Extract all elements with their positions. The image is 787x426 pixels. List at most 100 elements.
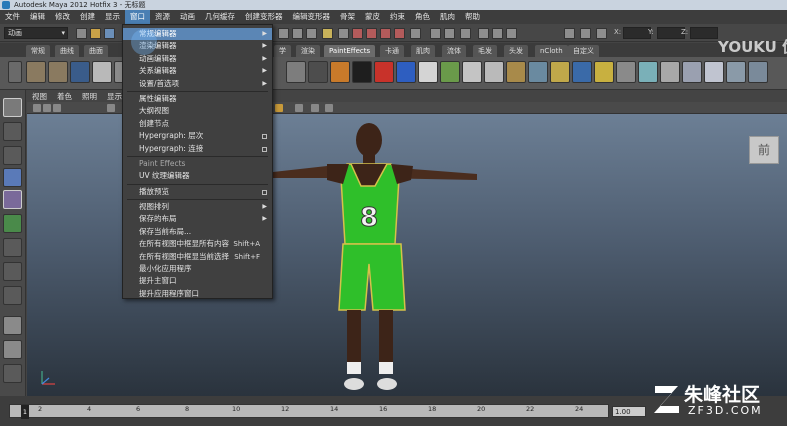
menu-character[interactable]: 角色 — [410, 10, 435, 24]
option-box-icon[interactable] — [262, 189, 267, 195]
viewcube[interactable]: 前 — [749, 136, 779, 164]
shelf-tab-painteffects[interactable]: PaintEffects — [324, 45, 376, 57]
select-hierarchy-icon[interactable] — [278, 28, 289, 39]
brush-ink-icon[interactable] — [352, 61, 372, 83]
ipr-render-icon[interactable] — [492, 28, 503, 39]
save-scene-icon[interactable] — [104, 28, 115, 39]
current-frame-marker[interactable]: 1 — [21, 405, 29, 419]
brush-tree-icon[interactable] — [682, 61, 702, 83]
layout-four-pane-icon[interactable] — [3, 340, 22, 359]
paint-canvas-icon[interactable] — [70, 61, 90, 83]
menu-item-save-current-layout[interactable]: 保存当前布局... — [123, 226, 272, 238]
brush-spiral-icon[interactable] — [594, 61, 614, 83]
menu-item-uv-texture-editor[interactable]: UV 纹理编辑器 — [123, 170, 272, 182]
menu-skeleton[interactable]: 骨架 — [335, 10, 360, 24]
show-channel-box-icon[interactable] — [596, 28, 607, 39]
outliner-layout-icon[interactable] — [3, 364, 22, 383]
menu-item-relationship-editors[interactable]: 关系编辑器 ▶ — [123, 65, 272, 77]
shelf-tab-general[interactable]: 常规 — [26, 45, 50, 57]
menu-item-raise-application-windows[interactable]: 提升应用程序窗口 — [123, 288, 272, 300]
rotate-tool-icon[interactable] — [3, 190, 22, 209]
shelf-tab-dynamics[interactable]: 学 — [274, 45, 291, 57]
panel-menu-lighting[interactable]: 照明 — [77, 91, 102, 102]
xray-icon[interactable] — [311, 104, 319, 112]
brush-frost-icon[interactable] — [704, 61, 724, 83]
menu-item-view-arrangement[interactable]: 视图排列 ▶ — [123, 201, 272, 213]
shelf-tab-rendering[interactable]: 渲染 — [296, 45, 320, 57]
brush-hair-icon[interactable] — [462, 61, 482, 83]
menu-item-frame-all-in-all-views[interactable]: 在所有视图中框显所有内容 Shift+A — [123, 238, 272, 250]
brush-cloud-icon[interactable] — [418, 61, 438, 83]
brush-paint-icon[interactable] — [374, 61, 394, 83]
render-settings-icon[interactable] — [506, 28, 517, 39]
brush-smoke-icon[interactable] — [286, 61, 306, 83]
menu-item-minimize-application[interactable]: 最小化应用程序 — [123, 263, 272, 275]
brush-wire-icon[interactable] — [616, 61, 636, 83]
menu-help[interactable]: 帮助 — [460, 10, 485, 24]
option-box-icon[interactable] — [262, 146, 267, 152]
menu-create-deformers[interactable]: 创建变形器 — [240, 10, 288, 24]
shelf-tab-custom[interactable]: 自定义 — [568, 45, 599, 57]
shelf-tab-muscle[interactable]: 肌肉 — [411, 45, 435, 57]
shelf-tab-curves[interactable]: 曲线 — [55, 45, 79, 57]
bookmarks-icon[interactable] — [107, 104, 115, 112]
snap-view-plane-icon[interactable] — [394, 28, 405, 39]
menu-edit[interactable]: 编辑 — [25, 10, 50, 24]
shelf-tab-ncloth[interactable]: nCloth — [535, 45, 568, 57]
paint-select-tool-icon[interactable] — [3, 146, 22, 165]
menu-modify[interactable]: 修改 — [50, 10, 75, 24]
menu-item-frame-selection-in-all-views[interactable]: 在所有视图中框显当前选择 Shift+F — [123, 251, 272, 263]
new-scene-icon[interactable] — [76, 28, 87, 39]
input-ops-icon[interactable] — [430, 28, 441, 39]
brush-leaves-icon[interactable] — [440, 61, 460, 83]
menu-item-settings-preferences[interactable]: 设置/首选项 ▶ — [123, 78, 272, 90]
brush-feather-icon[interactable] — [484, 61, 504, 83]
brush-fern-icon[interactable] — [638, 61, 658, 83]
menu-display[interactable]: 显示 — [100, 10, 125, 24]
menu-set-dropdown[interactable]: 动画 — [4, 27, 68, 39]
menu-skin[interactable]: 蒙皮 — [360, 10, 385, 24]
shelf-tab-toon[interactable]: 卡通 — [380, 45, 404, 57]
menu-item-outliner[interactable]: 大纲视图 — [123, 105, 272, 117]
render-frame-icon[interactable] — [478, 28, 489, 39]
show-attribute-editor-icon[interactable] — [564, 28, 575, 39]
shelf-tab-surfaces[interactable]: 曲面 — [84, 45, 108, 57]
shelf-menu-icon[interactable] — [8, 61, 22, 83]
snap-point-icon[interactable] — [380, 28, 391, 39]
scale-tool-icon[interactable] — [3, 214, 22, 233]
brush-grass-icon[interactable] — [308, 61, 328, 83]
brush-snow-icon[interactable] — [660, 61, 680, 83]
paint-brush-icon[interactable] — [26, 61, 46, 83]
brush-winter-tree-icon[interactable] — [726, 61, 746, 83]
open-scene-icon[interactable] — [90, 28, 101, 39]
menu-animate[interactable]: 动画 — [175, 10, 200, 24]
menu-constrain[interactable]: 约束 — [385, 10, 410, 24]
camera-attributes-icon[interactable] — [53, 104, 61, 112]
menu-item-hypergraph-hierarchy[interactable]: Hypergraph: 层次 — [123, 130, 272, 142]
show-manipulator-icon[interactable] — [3, 286, 22, 305]
menu-create[interactable]: 创建 — [75, 10, 100, 24]
option-box-icon[interactable] — [262, 134, 267, 140]
snap-curve-icon[interactable] — [366, 28, 377, 39]
brush-glass-icon[interactable] — [528, 61, 548, 83]
menu-edit-deformers[interactable]: 编辑变形器 — [288, 10, 336, 24]
time-ruler[interactable]: 1 2 4 6 8 10 12 14 16 18 20 22 24 — [9, 404, 609, 419]
menu-item-attribute-editor[interactable]: 属性编辑器 — [123, 93, 272, 105]
brush-flame-icon[interactable] — [330, 61, 350, 83]
shelf-tab-hair[interactable]: 头发 — [504, 45, 528, 57]
z-field[interactable] — [690, 27, 718, 39]
brush-branches-icon[interactable] — [748, 61, 768, 83]
move-tool-icon[interactable] — [3, 168, 22, 187]
lasso-tool-icon[interactable] — [3, 122, 22, 141]
menu-item-paint-effects[interactable]: Paint Effects — [123, 158, 272, 170]
menu-item-playblast[interactable]: 播放预览 — [123, 186, 272, 198]
paint-brush-2-icon[interactable] — [48, 61, 68, 83]
construction-history-icon[interactable] — [460, 28, 471, 39]
lock-camera-icon[interactable] — [43, 104, 51, 112]
soft-modification-icon[interactable] — [3, 262, 22, 281]
brush-gold-icon[interactable] — [550, 61, 570, 83]
visor-icon[interactable] — [92, 61, 112, 83]
x-field[interactable] — [623, 27, 651, 39]
menu-muscle[interactable]: 肌肉 — [435, 10, 460, 24]
universal-manipulator-icon[interactable] — [3, 238, 22, 257]
